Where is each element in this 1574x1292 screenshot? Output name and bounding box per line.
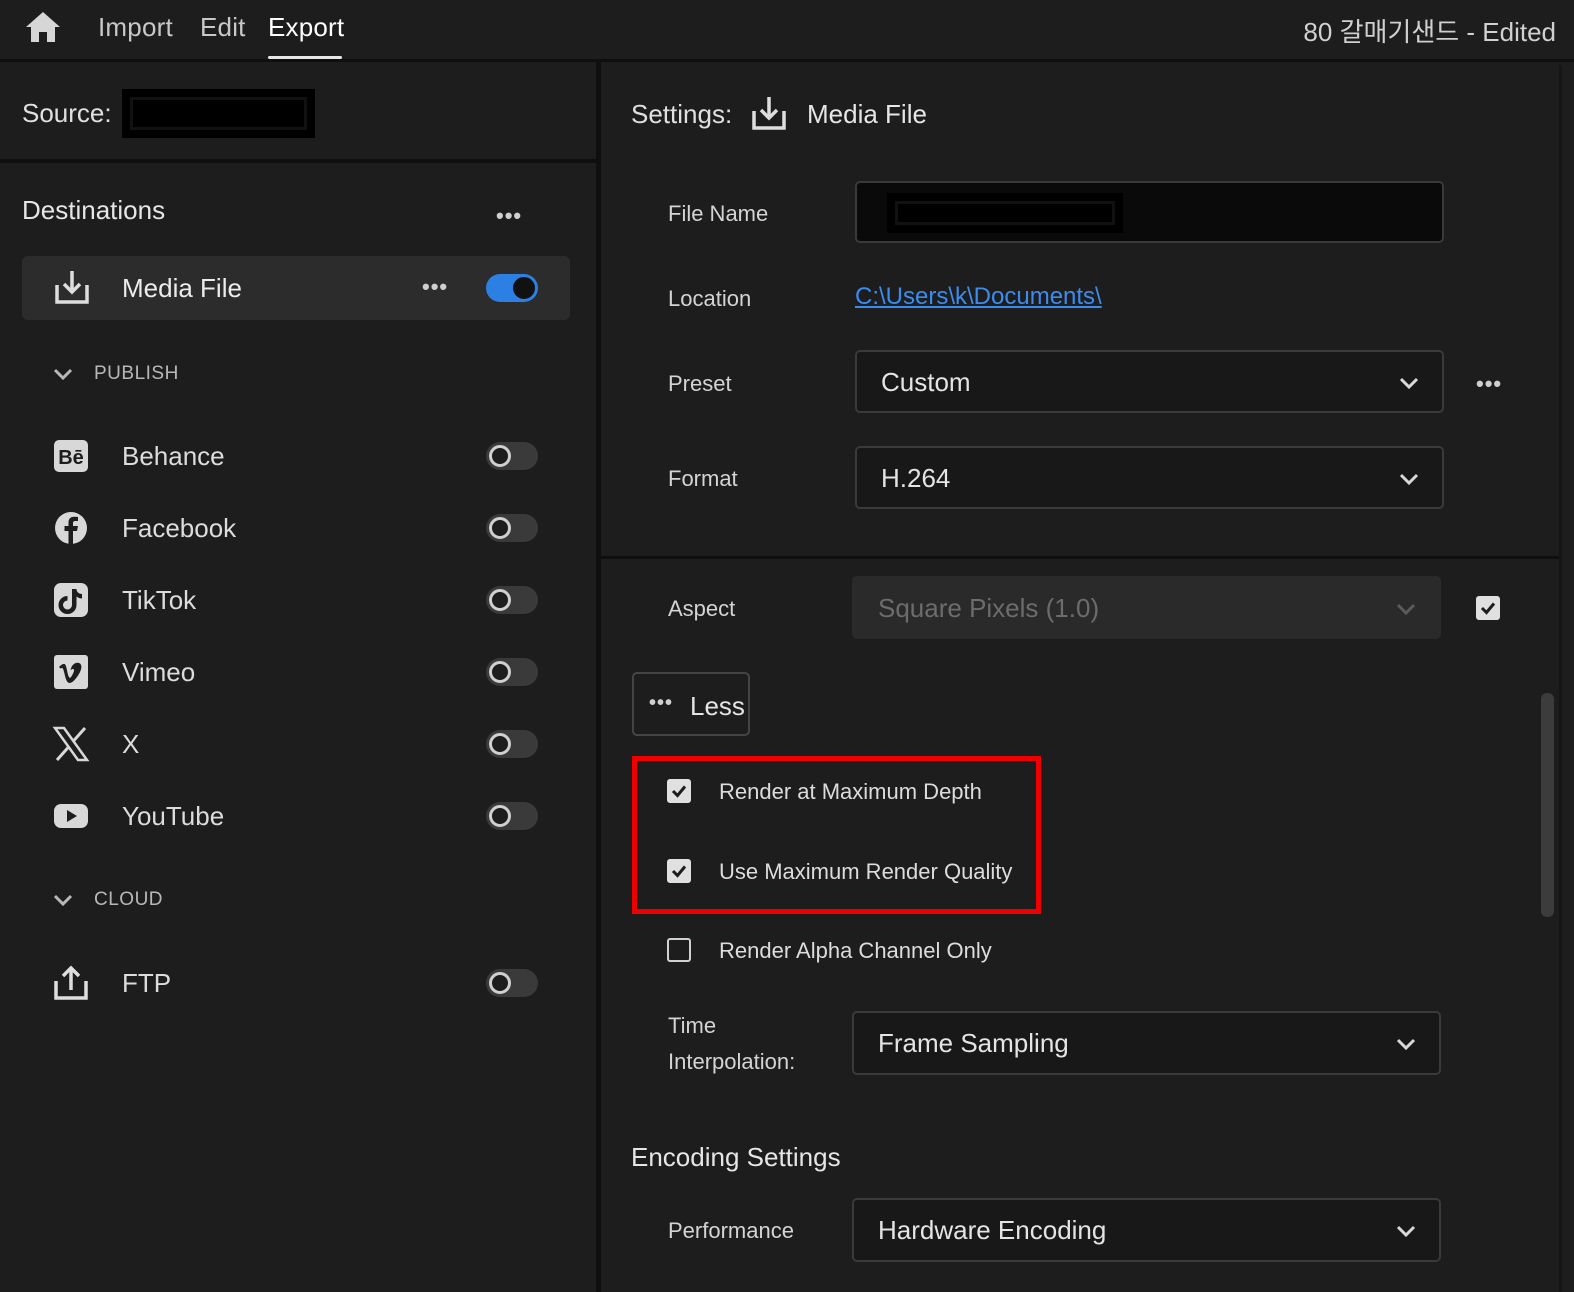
download-tray-icon (55, 271, 89, 304)
format-value: H.264 (881, 463, 951, 493)
facebook-icon (55, 512, 87, 544)
destination-label: Behance (122, 441, 225, 471)
location-link[interactable]: C:\Users\k\Documents\ (855, 283, 1102, 311)
download-tray-icon (752, 97, 786, 130)
section-publish[interactable]: PUBLISH (52, 363, 179, 385)
destination-facebook[interactable]: Facebook (52, 503, 542, 553)
destinations-panel: Source: Destinations ••• Media File ••• … (0, 65, 596, 1292)
render-max-depth-checkbox[interactable] (667, 779, 691, 803)
media-file-label: Media File (122, 273, 242, 303)
preset-dropdown[interactable]: Custom (855, 350, 1444, 413)
preset-value: Custom (881, 367, 971, 397)
youtube-icon (54, 804, 88, 828)
aspect-dropdown: Square Pixels (1.0) (852, 576, 1441, 639)
ftp-toggle[interactable] (486, 969, 538, 997)
top-bar: Import Edit Export 80 갈매기샌드 - Edited (0, 0, 1574, 62)
less-button-label: Less (690, 691, 745, 721)
checkmark-icon (671, 865, 687, 878)
youtube-toggle[interactable] (486, 802, 538, 830)
more-dots-icon: ••• (649, 692, 674, 714)
format-dropdown[interactable]: H.264 (855, 446, 1444, 509)
chevron-down-icon (1399, 377, 1419, 390)
media-file-toggle[interactable] (486, 274, 538, 302)
checkmark-icon (671, 785, 687, 798)
chevron-down-icon (1396, 1225, 1416, 1238)
destination-media-file[interactable]: Media File ••• (22, 256, 570, 320)
destination-label: TikTok (122, 585, 197, 615)
document-title: 80 갈매기샌드 - Edited (1303, 17, 1556, 47)
alpha-channel-label[interactable]: Render Alpha Channel Only (719, 938, 992, 964)
source-row: Source: (0, 65, 596, 163)
upload-tray-icon (54, 965, 88, 1000)
settings-heading: Settings: (631, 99, 733, 129)
svg-text:Bē: Bē (58, 447, 84, 469)
tiktok-icon (54, 583, 88, 617)
performance-label: Performance (668, 1218, 794, 1243)
destination-label: X (122, 729, 140, 759)
aspect-checkbox[interactable] (1476, 596, 1500, 620)
section-divider (601, 556, 1562, 559)
chevron-down-icon (1396, 603, 1416, 616)
performance-dropdown[interactable]: Hardware Encoding (852, 1198, 1441, 1262)
chevron-down-icon (53, 368, 73, 381)
destination-x[interactable]: X (52, 719, 542, 769)
aspect-value: Square Pixels (1.0) (878, 593, 1100, 623)
encoding-settings-heading: Encoding Settings (631, 1142, 841, 1172)
preset-label: Preset (668, 371, 732, 396)
scrollbar-thumb[interactable] (1541, 693, 1554, 917)
destination-label: Facebook (122, 513, 237, 543)
source-label: Source: (22, 98, 112, 128)
render-max-depth-label[interactable]: Render at Maximum Depth (719, 779, 982, 805)
time-interpolation-value: Frame Sampling (878, 1028, 1069, 1058)
section-cloud[interactable]: CLOUD (52, 889, 163, 911)
time-interpolation-label-line1: Time (668, 1013, 717, 1038)
file-name-redacted (887, 193, 1123, 233)
vimeo-toggle[interactable] (486, 658, 538, 686)
destinations-more-button[interactable]: ••• (496, 203, 522, 229)
checkmark-icon (1480, 602, 1496, 615)
time-interpolation-dropdown[interactable]: Frame Sampling (852, 1011, 1441, 1075)
tab-edit[interactable]: Edit (200, 12, 246, 43)
active-tab-indicator (268, 56, 342, 59)
chevron-down-icon (53, 894, 73, 907)
media-file-more-button[interactable]: ••• (422, 274, 448, 300)
destination-ftp[interactable]: FTP (52, 958, 542, 1008)
destinations-title: Destinations (22, 195, 166, 225)
chevron-down-icon (1396, 1038, 1416, 1051)
x-toggle[interactable] (486, 730, 538, 758)
vimeo-icon (54, 655, 88, 689)
destination-youtube[interactable]: YouTube (52, 791, 542, 841)
alpha-channel-checkbox[interactable] (667, 938, 691, 962)
format-label: Format (668, 466, 738, 491)
max-render-quality-label[interactable]: Use Maximum Render Quality (719, 859, 1012, 885)
max-render-quality-checkbox[interactable] (667, 859, 691, 883)
time-interpolation-label-line2: Interpolation: (668, 1049, 796, 1074)
destination-label: Vimeo (122, 657, 196, 687)
less-button[interactable]: ••• Less (632, 672, 750, 736)
destination-vimeo[interactable]: Vimeo (52, 647, 542, 697)
destination-behance[interactable]: Bē Behance (52, 431, 542, 481)
performance-value: Hardware Encoding (878, 1215, 1107, 1245)
destination-label: YouTube (122, 801, 225, 831)
destination-tiktok[interactable]: TikTok (52, 575, 542, 625)
tab-import[interactable]: Import (98, 12, 173, 43)
chevron-down-icon (1399, 473, 1419, 486)
home-icon[interactable] (24, 10, 62, 44)
tiktok-toggle[interactable] (486, 586, 538, 614)
source-value-redacted[interactable] (122, 89, 315, 138)
x-icon (52, 726, 90, 762)
location-label: Location (668, 286, 752, 311)
file-name-label: File Name (668, 201, 769, 226)
aspect-label: Aspect (668, 596, 736, 621)
settings-panel: Settings: Media File File Name Location … (601, 65, 1574, 1292)
behance-icon: Bē (54, 440, 88, 472)
settings-target: Media File (807, 99, 927, 129)
destination-label: FTP (122, 968, 172, 998)
file-name-input[interactable] (855, 181, 1444, 243)
facebook-toggle[interactable] (486, 514, 538, 542)
tab-export[interactable]: Export (268, 12, 344, 43)
preset-more-button[interactable]: ••• (1476, 371, 1502, 397)
behance-toggle[interactable] (486, 442, 538, 470)
panel-edge (1559, 65, 1562, 1292)
